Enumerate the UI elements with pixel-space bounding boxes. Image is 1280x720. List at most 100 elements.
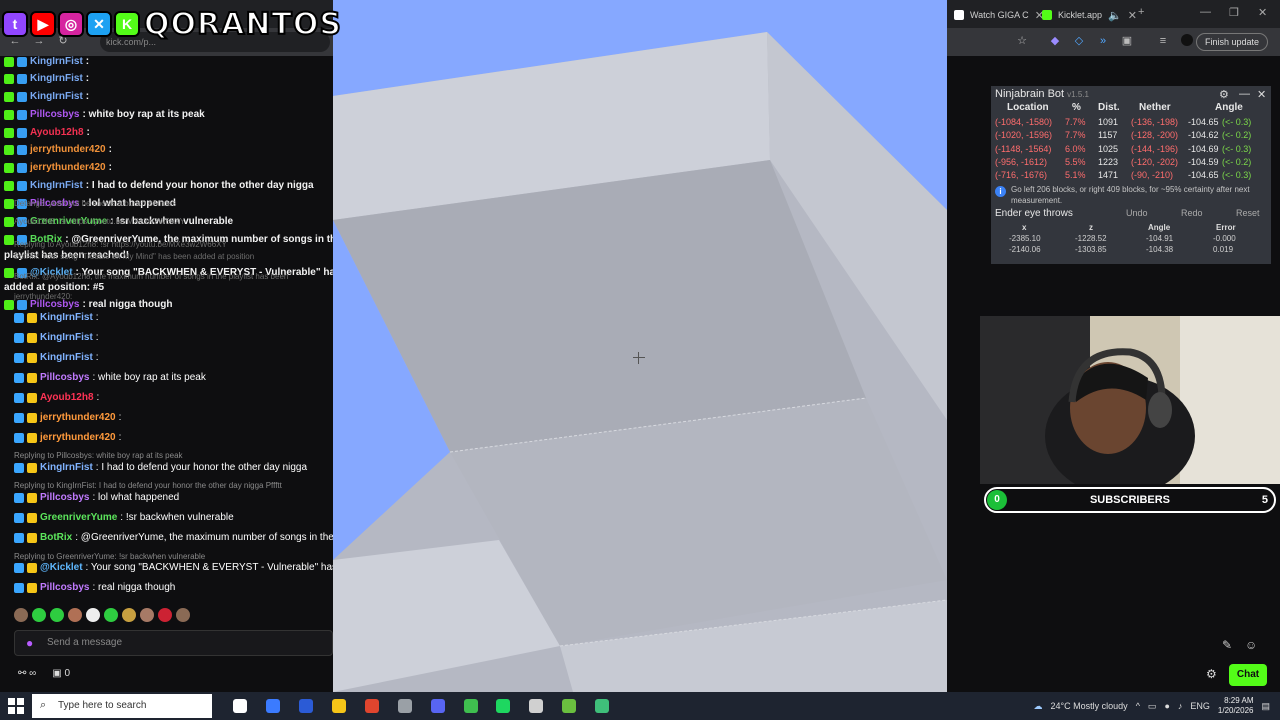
copilot-icon[interactable] <box>266 699 280 713</box>
tab-kicklet[interactable]: Kicklet.app 🔈 ✕ <box>1034 4 1145 26</box>
notification-icon[interactable]: ▤ <box>1261 701 1270 712</box>
chat-username[interactable]: KingIrnFist <box>30 91 83 102</box>
chat-overlay-line: KingIrnFist: <box>4 56 89 67</box>
chat-username[interactable]: KingIrnFist <box>40 462 93 473</box>
extension-icon[interactable]: ◆ <box>1048 34 1062 48</box>
settings-gear-icon[interactable]: ⚙ <box>1219 88 1229 101</box>
spotify-icon[interactable] <box>496 699 510 713</box>
minecraft-launcher-icon[interactable] <box>464 699 478 713</box>
chat-username[interactable]: GreenriverYume <box>40 512 117 523</box>
throw-cell-angle: -104.38 <box>1146 245 1174 254</box>
chat-username[interactable]: jerrythunder420 <box>40 432 116 443</box>
mic-icon[interactable]: ● <box>26 636 33 650</box>
obs-icon[interactable] <box>529 699 543 713</box>
chat-username[interactable]: jerrythunder420 <box>30 144 106 155</box>
app-icon[interactable] <box>398 699 412 713</box>
chat-username[interactable]: Pillcosbys <box>40 492 89 503</box>
chat-username[interactable]: jerrythunder420 <box>40 412 116 423</box>
chat-settings-gear-icon[interactable]: ⚙ <box>1206 667 1217 681</box>
ninjabrain-title: Ninjabrain Bot v1.5.1 <box>995 88 1089 100</box>
new-tab-button[interactable]: + <box>1138 6 1144 18</box>
minecraft-icon[interactable] <box>562 699 576 713</box>
chat-username[interactable]: Pillcosbys <box>30 109 79 120</box>
minimize-icon[interactable]: — <box>1200 6 1211 18</box>
redo-button[interactable]: Redo <box>1181 208 1203 218</box>
chat-username[interactable]: KingIrnFist <box>40 332 93 343</box>
windows-start-icon[interactable] <box>8 698 24 714</box>
chat-username[interactable]: jerrythunder420 <box>30 162 106 173</box>
close-icon[interactable]: ✕ <box>1257 88 1266 101</box>
chat-message: KingIrnFist: <box>14 332 99 343</box>
chat-username[interactable]: KingIrnFist <box>30 180 83 191</box>
chat-message: KingIrnFist: <box>14 352 99 363</box>
chat-username[interactable]: Ayoub12h8 <box>30 127 84 138</box>
edge-icon[interactable] <box>299 699 313 713</box>
emote-icon[interactable] <box>104 608 118 622</box>
emote-icon[interactable] <box>14 608 28 622</box>
task-view-icon[interactable] <box>233 699 247 713</box>
points-display[interactable]: ▣ 0 <box>52 668 70 679</box>
chat-text: : <box>95 352 99 363</box>
chat-username[interactable]: KingIrnFist <box>40 312 93 323</box>
emote-icon[interactable] <box>176 608 190 622</box>
close-icon[interactable]: ✕ <box>1128 9 1137 22</box>
emote-icon[interactable] <box>86 608 100 622</box>
undo-button[interactable]: Undo <box>1126 208 1148 218</box>
volume-icon[interactable]: ♪ <box>1178 701 1183 711</box>
chat-username[interactable]: Pillcosbys <box>40 372 89 383</box>
bookmark-star-icon[interactable]: ☆ <box>1015 34 1029 48</box>
col-percent: % <box>1072 102 1081 113</box>
badge-icon <box>17 91 27 102</box>
chat-username[interactable]: @Kicklet <box>40 562 83 573</box>
badge-icon <box>27 462 37 473</box>
extensions-puzzle-icon[interactable]: ▣ <box>1120 34 1134 48</box>
reading-list-icon[interactable]: ≡ <box>1156 34 1170 48</box>
emote-icon[interactable] <box>158 608 172 622</box>
finish-update-button[interactable]: Finish update <box>1195 33 1268 51</box>
weather-text[interactable]: 24°C Mostly cloudy <box>1051 701 1128 711</box>
ninjabrain-cell-dist: 1091 <box>1098 117 1119 127</box>
chat-username[interactable]: Ayoub12h8 <box>40 392 94 403</box>
tray-chevron-icon[interactable]: ^ <box>1136 701 1140 711</box>
chat-username[interactable]: BotRix <box>40 532 72 543</box>
ninjabrain-cell-nether: (-136, -198) <box>1131 117 1179 127</box>
emote-icon[interactable] <box>50 608 64 622</box>
badge-icon <box>14 532 24 543</box>
ninjabrain-title-text: Ninjabrain Bot <box>995 88 1065 100</box>
reset-button[interactable]: Reset <box>1236 208 1260 218</box>
emote-icon[interactable] <box>68 608 82 622</box>
extension-icon[interactable]: » <box>1096 34 1110 48</box>
game-viewport[interactable] <box>333 0 947 692</box>
chat-username[interactable]: KingIrnFist <box>30 56 83 67</box>
profile-avatar[interactable] <box>1180 34 1194 48</box>
taskbar-search-box[interactable]: Type here to search <box>32 694 212 718</box>
emote-icon[interactable] <box>122 608 136 622</box>
subscriber-goal: 5 <box>1261 494 1268 506</box>
chat-message: Pillcosbys: lol what happened <box>14 492 179 503</box>
window-close-icon[interactable]: ✕ <box>1258 6 1267 19</box>
emote-picker-icon[interactable]: ✎ <box>1222 638 1232 652</box>
weather-icon[interactable]: ☁ <box>1034 701 1043 712</box>
minimize-icon[interactable]: — <box>1239 88 1250 100</box>
file-explorer-icon[interactable] <box>332 699 346 713</box>
network-icon[interactable]: ▭ <box>1148 701 1157 712</box>
ninjabrain-icon[interactable] <box>595 699 609 713</box>
emoji-icon[interactable]: ☺ <box>1245 638 1257 652</box>
chat-username[interactable]: KingIrnFist <box>30 73 83 84</box>
mic-tray-icon[interactable]: ● <box>1164 701 1169 711</box>
maximize-icon[interactable]: ❐ <box>1229 6 1239 19</box>
chat-username[interactable]: KingIrnFist <box>40 352 93 363</box>
chat-overlay-line: Pillcosbys: white boy rap at its peak <box>4 109 205 120</box>
speaker-icon[interactable]: 🔈 <box>1108 9 1122 22</box>
chat-send-button[interactable]: Chat <box>1229 664 1267 686</box>
chat-input[interactable]: Send a message <box>14 630 333 656</box>
emote-icon[interactable] <box>32 608 46 622</box>
discord-icon[interactable] <box>431 699 445 713</box>
clock[interactable]: 8:29 AM 1/20/2026 <box>1218 696 1254 716</box>
extension-icon[interactable]: ◇ <box>1072 34 1086 48</box>
language-indicator[interactable]: ENG <box>1190 701 1210 711</box>
chrome-icon[interactable] <box>365 699 379 713</box>
chat-username[interactable]: Pillcosbys <box>40 582 89 593</box>
emote-icon[interactable] <box>140 608 154 622</box>
link-icon[interactable]: ⚯ ∞ <box>18 668 36 679</box>
